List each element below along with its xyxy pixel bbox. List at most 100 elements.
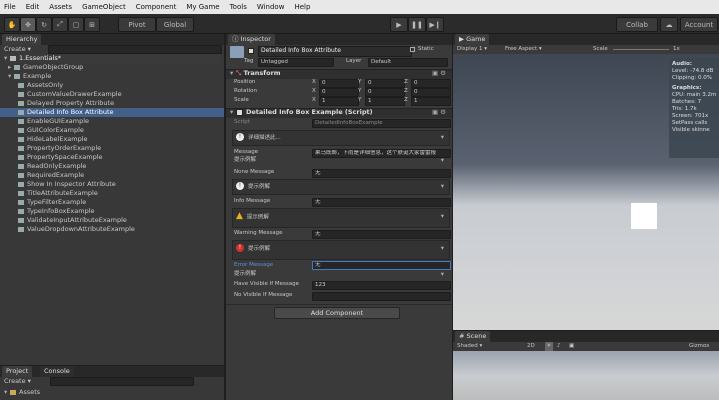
tab-hierarchy[interactable]: Hierarchy	[2, 34, 42, 45]
list-item[interactable]: Delayed Property Attribute	[18, 99, 114, 108]
list-item[interactable]: AssetsOnly	[18, 81, 63, 90]
list-item[interactable]: RequiredExample	[18, 171, 84, 180]
scale-y-field[interactable]: 1	[365, 97, 405, 106]
tab-project[interactable]: Project	[2, 366, 33, 377]
tab-console[interactable]: Console	[40, 366, 74, 377]
list-item[interactable]: ValueDropdownAttributeExample	[18, 225, 135, 234]
scene-row[interactable]: ▾ 1.Essentials*	[4, 54, 220, 63]
message-field[interactable]: 果马既邮，下雨是详细信息，这个肤诞大家雷雷报	[312, 149, 451, 158]
menu-my-game[interactable]: My Game	[186, 3, 219, 11]
list-item[interactable]: PropertyOrderExample	[18, 144, 101, 153]
2d-toggle[interactable]: 2D	[527, 342, 535, 351]
scene-viewport[interactable]	[453, 351, 719, 400]
menu-tools[interactable]: Tools	[230, 3, 247, 11]
list-item[interactable]: ▸ GameObjectGroup	[8, 63, 83, 72]
aspect-dropdown[interactable]: Free Aspect ▾	[505, 45, 542, 54]
list-item[interactable]: TypeFilterExample	[18, 198, 86, 207]
menu-file[interactable]: File	[4, 3, 16, 11]
chevron-down-icon[interactable]: ▾	[441, 182, 444, 191]
cloud-icon[interactable]: ☁	[660, 17, 678, 32]
hint-row-1[interactable]: 提示例解	[234, 156, 256, 165]
script-title: Detailed Info Box Example (Script)	[246, 108, 373, 116]
scale-x-field[interactable]: 1	[319, 97, 359, 106]
add-component-button[interactable]: Add Component	[274, 307, 400, 319]
chevron-down-icon[interactable]: ▾	[441, 156, 444, 165]
tag-dropdown[interactable]: Untagged	[258, 58, 334, 67]
list-item[interactable]: CustomValueDrawerExample	[18, 90, 122, 99]
gameobject-icon	[18, 172, 24, 178]
transform-tool-icon[interactable]: ⊞	[84, 17, 100, 32]
step-icon[interactable]: ▶❙	[426, 17, 444, 32]
list-item-selected[interactable]: Detailed Info Box Attribute	[0, 108, 224, 117]
menu-help[interactable]: Help	[294, 3, 310, 11]
audio-toggle-icon[interactable]: ♪	[557, 342, 561, 351]
list-item[interactable]: PropertySpaceExample	[18, 153, 103, 162]
object-name-field[interactable]: Detailed Info Box Attribute	[258, 46, 412, 57]
play-icon[interactable]: ▶	[390, 17, 408, 32]
account-button[interactable]: Account	[680, 17, 718, 32]
warning-message-field[interactable]: 无	[312, 230, 451, 239]
collab-button[interactable]: Collab	[616, 17, 658, 32]
position-y-field[interactable]: 0	[365, 79, 405, 88]
component-settings-icon[interactable]: ▣ ⚙	[432, 69, 446, 78]
position-z-field[interactable]: 0	[411, 79, 451, 88]
info-message-field[interactable]: 无	[312, 198, 451, 207]
shading-dropdown[interactable]: Shaded ▾	[457, 342, 482, 351]
script-settings-icon[interactable]: ▣ ⚙	[432, 108, 446, 117]
error-message-field[interactable]: 无	[312, 261, 451, 270]
tab-game[interactable]: ▶ Game	[455, 34, 490, 45]
list-item[interactable]: ValidateInputAttributeExample	[18, 216, 127, 225]
rotation-x-field[interactable]: 0	[319, 88, 359, 97]
have-visible-field[interactable]: 123	[312, 281, 451, 290]
static-checkbox[interactable]	[410, 47, 415, 52]
list-item[interactable]: HideLabelExample	[18, 135, 88, 144]
menu-window[interactable]: Window	[257, 3, 285, 11]
scale-tool-icon[interactable]: ⤢	[52, 17, 68, 32]
move-tool-icon[interactable]: ✥	[20, 17, 36, 32]
project-create-button[interactable]: Create ▾	[4, 377, 31, 386]
chevron-down-icon[interactable]: ▾	[441, 212, 444, 221]
assets-folder[interactable]: ▾ Assets	[4, 388, 40, 397]
hand-tool-icon[interactable]: ✋	[4, 17, 20, 32]
chevron-down-icon[interactable]: ▾	[441, 133, 444, 142]
scale-slider[interactable]	[613, 49, 669, 50]
project-create-label: Create	[4, 377, 26, 385]
menu-gameobject[interactable]: GameObject	[82, 3, 126, 11]
hierarchy-create-button[interactable]: Create ▾	[4, 45, 31, 54]
rect-tool-icon[interactable]: ▢	[68, 17, 84, 32]
pause-icon[interactable]: ❚❚	[408, 17, 426, 32]
global-button[interactable]: Global	[156, 17, 194, 32]
hierarchy-search-input[interactable]	[48, 45, 222, 54]
pivot-button[interactable]: Pivot	[118, 17, 156, 32]
display-dropdown[interactable]: Display 1 ▾	[457, 45, 487, 54]
list-item[interactable]: ▾ Example	[8, 72, 51, 81]
rotation-z-field[interactable]: 0	[411, 88, 451, 97]
project-search-input[interactable]	[50, 377, 194, 386]
script-enabled-checkbox[interactable]	[236, 108, 243, 116]
gizmos-dropdown[interactable]: Gizmos	[689, 342, 709, 351]
chevron-down-icon[interactable]: ▾	[441, 244, 444, 253]
list-item[interactable]: TypeInfoBoxExample	[18, 207, 95, 216]
menu-assets[interactable]: Assets	[49, 3, 72, 11]
layer-dropdown[interactable]: Default	[368, 58, 448, 67]
list-item[interactable]: TitleAttributeExample	[18, 189, 98, 198]
menu-component[interactable]: Component	[136, 3, 177, 11]
list-item[interactable]: GUIColorExample	[18, 126, 84, 135]
hint-row-2[interactable]: 提示例解	[234, 270, 256, 279]
list-item[interactable]: Show In Inspector Attribute	[18, 180, 116, 189]
menu-edit[interactable]: Edit	[26, 3, 40, 11]
none-message-field[interactable]: 无	[312, 169, 451, 178]
no-visible-field[interactable]	[312, 292, 451, 301]
light-toggle-icon[interactable]: ☀	[545, 342, 553, 351]
scale-z-field[interactable]: 1	[411, 97, 451, 106]
rotation-y-field[interactable]: 0	[365, 88, 405, 97]
list-item[interactable]: ReadOnlyExample	[18, 162, 86, 171]
tab-scene[interactable]: # Scene	[455, 331, 491, 342]
chevron-down-icon[interactable]: ▾	[441, 270, 444, 279]
list-item[interactable]: EnableGUIExample	[18, 117, 89, 126]
tab-inspector[interactable]: ⓘ Inspector	[228, 34, 275, 45]
active-checkbox[interactable]	[248, 48, 254, 54]
rotate-tool-icon[interactable]: ↻	[36, 17, 52, 32]
effects-toggle-icon[interactable]: ▣	[569, 342, 574, 351]
position-x-field[interactable]: 0	[319, 79, 359, 88]
